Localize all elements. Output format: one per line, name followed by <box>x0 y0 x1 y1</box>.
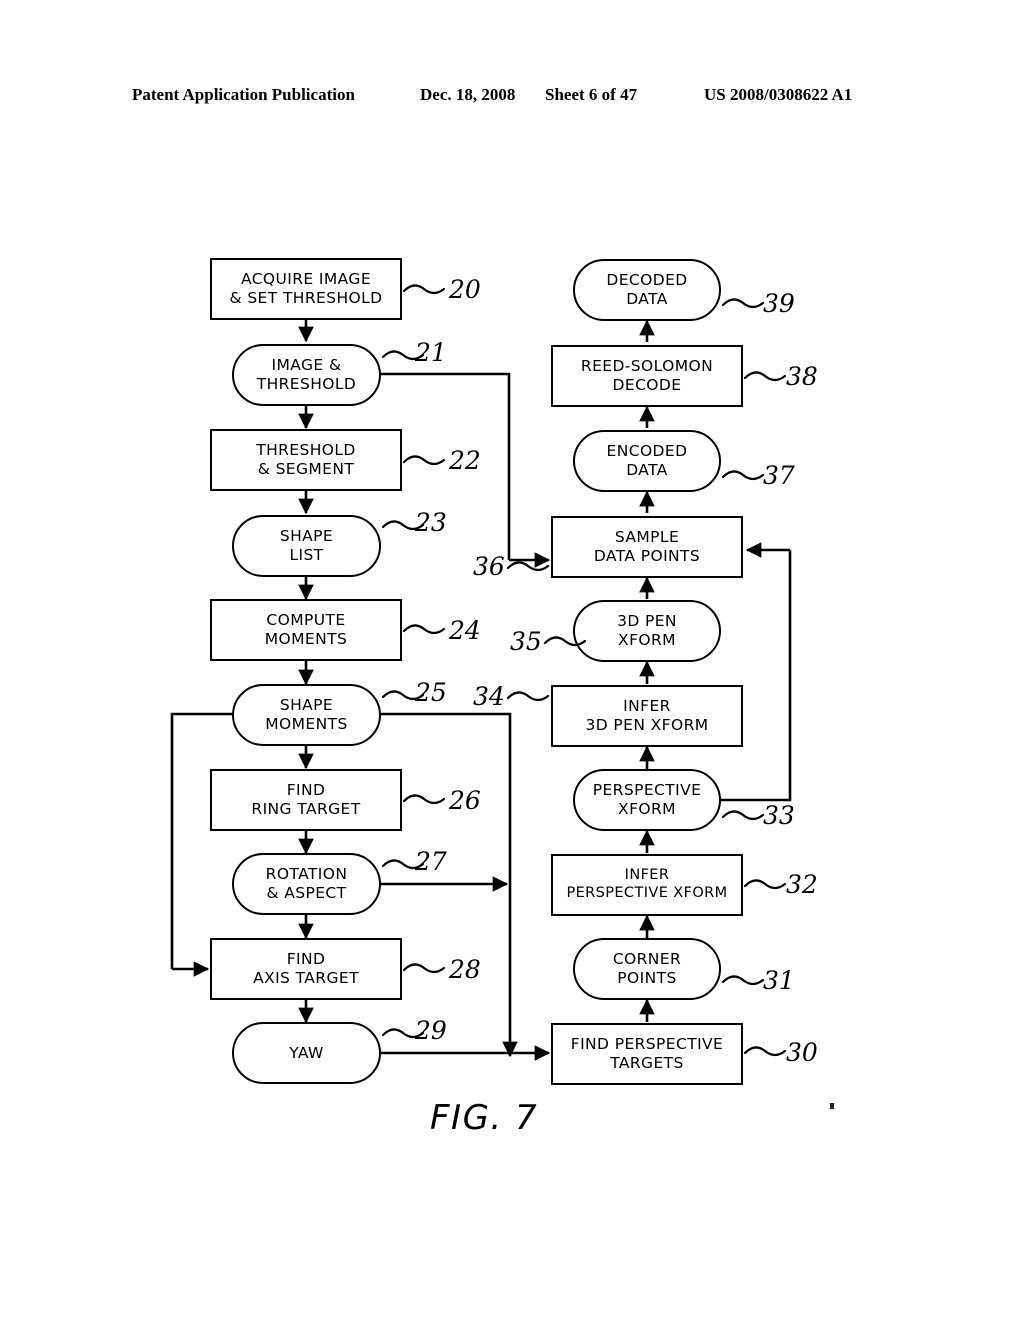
ref-number-35: 35 <box>510 627 542 656</box>
ref-number-33: 33 <box>763 801 795 830</box>
ref-number-31: 31 <box>763 966 795 995</box>
ref-number-38: 38 <box>786 362 818 391</box>
ref-number-24: 24 <box>449 616 481 645</box>
ref-number-23: 23 <box>415 508 447 537</box>
figure-caption: FIG. 7 <box>430 1098 539 1138</box>
ref-number-34: 34 <box>473 682 505 711</box>
ref-number-30: 30 <box>786 1038 818 1067</box>
ref-number-28: 28 <box>449 955 481 984</box>
ref-number-32: 32 <box>786 870 818 899</box>
ref-number-37: 37 <box>763 461 795 490</box>
ref-number-25: 25 <box>415 678 447 707</box>
ref-number-29: 29 <box>415 1016 447 1045</box>
flowchart-figure: ACQUIRE IMAGE & SET THRESHOLD IMAGE & THRE… <box>0 0 1024 1320</box>
ref-number-39: 39 <box>763 289 795 318</box>
ref-number-21: 21 <box>415 338 447 367</box>
ref-number-36: 36 <box>473 552 505 581</box>
ref-number-22: 22 <box>449 446 481 475</box>
ref-number-20: 20 <box>449 275 481 304</box>
ref-number-26: 26 <box>449 786 481 815</box>
ref-number-27: 27 <box>415 847 447 876</box>
